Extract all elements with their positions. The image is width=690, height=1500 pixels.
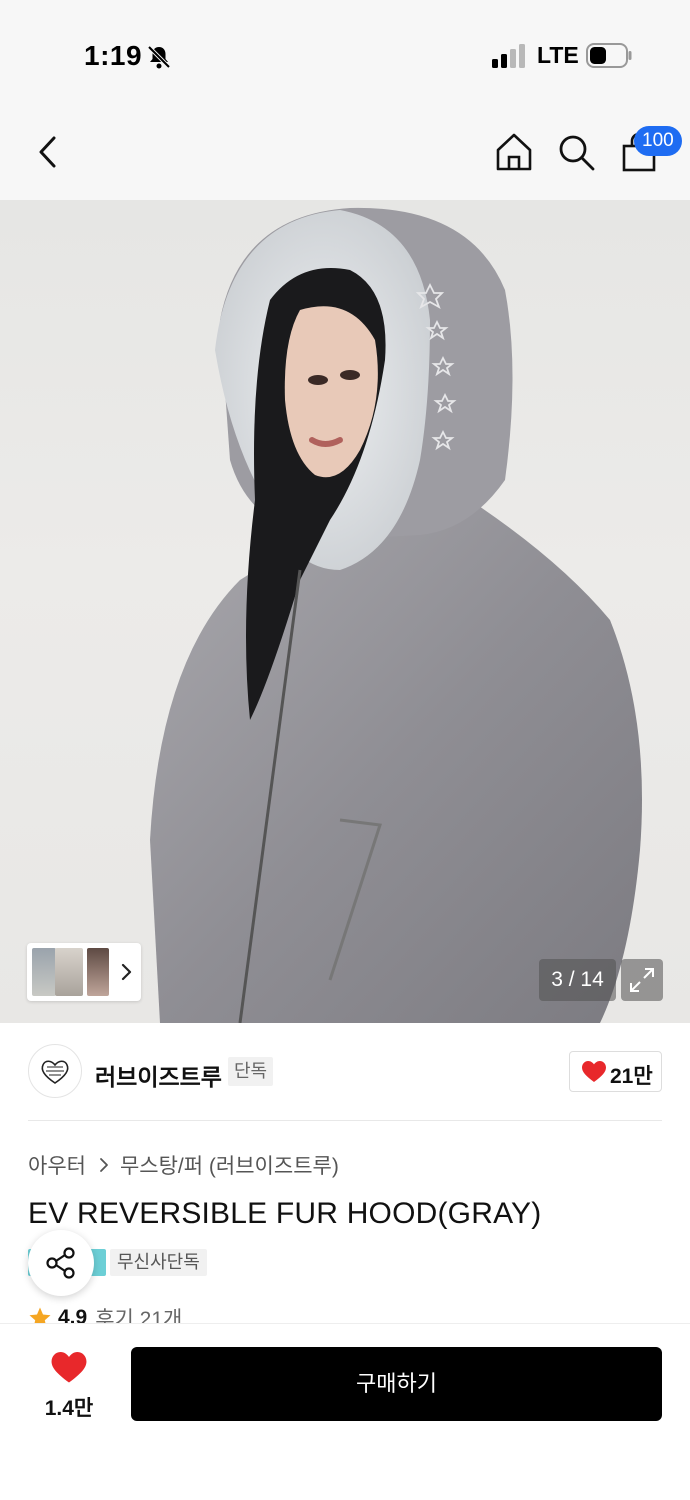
breadcrumb-category[interactable]: 아우터 <box>28 1150 86 1180</box>
thumbnail-image[interactable] <box>55 948 83 996</box>
thumbnail-image[interactable] <box>32 948 56 996</box>
breadcrumb: 아우터 무스탕/퍼 (러브이즈트루) <box>28 1150 339 1180</box>
expand-icon <box>630 968 654 992</box>
expand-button[interactable] <box>621 959 663 1001</box>
bottom-action-bar: 1.4만 구매하기 <box>0 1323 690 1500</box>
status-bar: 1:19 LTE <box>0 0 690 110</box>
thumbnail-image[interactable] <box>87 948 109 996</box>
bell-muted-icon <box>147 45 171 69</box>
heart-logo-icon <box>41 1060 69 1084</box>
top-nav <box>0 110 690 200</box>
wishlist-count: 1.4만 <box>44 1397 94 1420</box>
network-label: LTE <box>537 42 579 68</box>
product-photo <box>150 207 642 1023</box>
back-icon[interactable] <box>30 132 66 172</box>
brand-logo[interactable] <box>28 1044 82 1098</box>
search-icon[interactable] <box>554 130 598 174</box>
musinsa-exclusive-badge: 무신사단독 <box>110 1249 207 1276</box>
wishlist-button[interactable]: 1.4만 <box>36 1346 102 1426</box>
share-icon <box>46 1247 75 1279</box>
brand-like-button[interactable]: 21만 <box>569 1051 662 1092</box>
exclusive-tag: 단독 <box>228 1057 274 1086</box>
brand-row: 러브이즈트루 단독 21만 <box>0 1023 690 1121</box>
chevron-right-icon <box>100 1158 108 1172</box>
divider <box>28 1120 662 1121</box>
product-title: EV REVERSIBLE FUR HOOD(GRAY) <box>28 1197 542 1230</box>
heart-icon <box>582 1061 606 1082</box>
share-button[interactable] <box>28 1230 94 1296</box>
home-icon[interactable] <box>492 130 536 174</box>
image-counter: 3 / 14 <box>539 959 616 1001</box>
chevron-right-icon <box>121 963 132 981</box>
signal-icon <box>492 44 525 68</box>
product-image[interactable] <box>0 200 690 1023</box>
status-time: 1:19 <box>84 40 143 71</box>
breadcrumb-subcategory[interactable]: 무스탕/퍼 (러브이즈트루) <box>120 1150 339 1180</box>
heart-filled-icon <box>51 1352 87 1383</box>
brand-like-count: 21만 <box>610 1065 653 1088</box>
buy-button[interactable]: 구매하기 <box>131 1347 662 1421</box>
battery-icon <box>586 43 632 68</box>
thumbnail-strip[interactable] <box>27 943 141 1001</box>
cart-count-badge: 100 <box>634 126 682 156</box>
brand-name[interactable]: 러브이즈트루 <box>95 1058 222 1092</box>
